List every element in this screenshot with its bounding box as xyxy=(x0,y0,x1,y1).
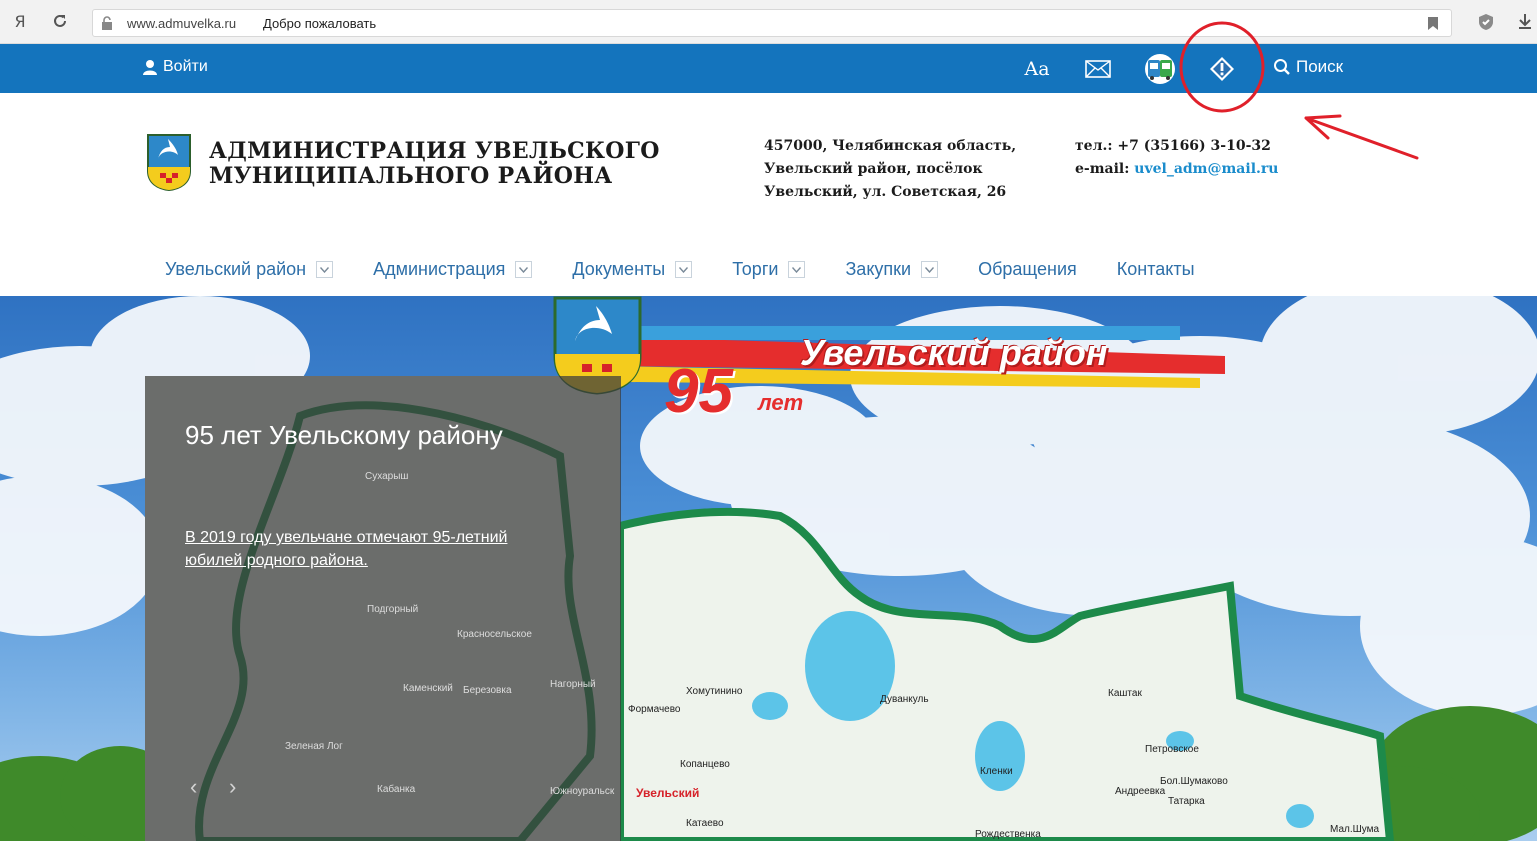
chevron-down-icon[interactable] xyxy=(788,261,806,278)
org-title: АДМИНИСТРАЦИЯ УВЕЛЬСКОГО МУНИЦИПАЛЬНОГО … xyxy=(209,139,729,189)
bus-icon[interactable] xyxy=(1144,54,1176,84)
map-label: Рождественка xyxy=(975,829,1041,840)
nav-item-label: Администрация xyxy=(373,259,506,279)
map-label: Зеленая Лог xyxy=(285,741,343,752)
address-line3: Увельский, ул. Советская, 26 xyxy=(764,184,1007,200)
map-label: Каменский xyxy=(403,683,453,694)
map-label: Кленки xyxy=(980,766,1013,777)
org-title-line1: АДМИНИСТРАЦИЯ УВЕЛЬСКОГО xyxy=(209,138,660,164)
map-label: Красносельское xyxy=(457,629,532,640)
map-label: Бол.Шумаково xyxy=(1160,776,1228,787)
map-label: Сухарыш xyxy=(365,471,409,482)
download-icon[interactable] xyxy=(1515,12,1535,32)
nav-item-procurement[interactable]: Закупки xyxy=(845,259,939,280)
map-label: Подгорный xyxy=(367,604,419,615)
map-label: Андреевка xyxy=(1115,786,1166,797)
map-label: Южноуральск xyxy=(550,786,615,797)
contacts-block: тел.: +7 (35166) 3-10-32 e-mail: uvel_ad… xyxy=(1075,135,1278,181)
mail-icon[interactable] xyxy=(1084,54,1112,84)
chevron-down-icon[interactable] xyxy=(675,261,693,278)
email-row: e-mail: uvel_adm@mail.ru xyxy=(1075,158,1278,181)
yandex-logo-icon[interactable]: Я xyxy=(10,12,30,32)
chevron-down-icon[interactable] xyxy=(515,261,533,278)
map-label: Увельский xyxy=(636,786,700,800)
url-text: www.admuvelka.ru xyxy=(127,16,237,31)
main-nav: Увельский район Администрация Документы … xyxy=(165,259,1235,280)
address-block: 457000, Челябинская область, Увельский р… xyxy=(764,135,1016,204)
map-label: Мал.Шума xyxy=(1330,824,1380,835)
site-topbar: Войти Aa Поиск xyxy=(0,44,1537,93)
search-label: Поиск xyxy=(1296,57,1344,76)
map-label: Каштак xyxy=(1108,688,1142,699)
address-bar[interactable]: www.admuvelka.ru Добро пожаловать xyxy=(92,9,1452,37)
slide-title: 95 лет Увельскому району xyxy=(185,420,503,450)
map-label: Хомутинино xyxy=(686,686,743,697)
font-size-label: Aa xyxy=(1024,58,1050,80)
map-label: Дуванкуль xyxy=(880,694,929,705)
nav-item-label: Контакты xyxy=(1116,259,1195,279)
direction-sign-icon[interactable] xyxy=(1208,54,1236,84)
bookmark-icon[interactable] xyxy=(1427,16,1439,31)
chevron-down-icon[interactable] xyxy=(921,261,939,278)
nav-item-tenders[interactable]: Торги xyxy=(732,259,806,280)
map-label: Березовка xyxy=(463,685,512,696)
banner-years-suffix: лет xyxy=(758,390,804,415)
nav-item-uvelsky-rayon[interactable]: Увельский район xyxy=(165,259,334,280)
shield-icon[interactable] xyxy=(1476,12,1496,32)
login-link[interactable]: Войти xyxy=(142,58,208,76)
reload-icon[interactable] xyxy=(50,12,70,32)
hero-slider: Увельский район 95 лет Увельский Хомутин… xyxy=(0,296,1537,841)
tab-title: Добро пожаловать xyxy=(263,16,377,31)
banner-title: Увельский район xyxy=(800,332,1108,373)
font-size-icon[interactable]: Aa xyxy=(1024,54,1050,84)
phone-text: тел.: +7 (35166) 3-10-32 xyxy=(1075,138,1271,154)
org-title-line2: МУНИЦИПАЛЬНОГО РАЙОНА xyxy=(209,163,613,189)
site-header: АДМИНИСТРАЦИЯ УВЕЛЬСКОГО МУНИЦИПАЛЬНОГО … xyxy=(0,93,1537,296)
slide-link[interactable]: В 2019 году увельчане отмечают 95-летний… xyxy=(185,526,565,572)
chevron-down-icon[interactable] xyxy=(316,261,334,278)
map-label: Кабанка xyxy=(377,784,416,795)
map-label: Нагорный xyxy=(550,679,596,690)
nav-item-label: Закупки xyxy=(845,259,912,279)
slider-next-button[interactable]: › xyxy=(229,774,236,800)
coat-of-arms-logo[interactable] xyxy=(146,133,192,192)
map-label: Формачево xyxy=(628,704,681,715)
nav-item-contacts[interactable]: Контакты xyxy=(1117,259,1195,280)
slide-caption-panel: Сухарыш Подгорный Красносельское Каменск… xyxy=(145,376,621,841)
map-label: Копанцево xyxy=(680,759,730,770)
map-label: Петровское xyxy=(1145,744,1199,755)
nav-item-label: Торги xyxy=(732,259,779,279)
nav-item-administration[interactable]: Администрация xyxy=(373,259,533,280)
browser-toolbar: Я www.admuvelka.ru Добро пожаловать xyxy=(0,0,1537,44)
nav-item-appeals[interactable]: Обращения xyxy=(978,259,1077,280)
search-link[interactable]: Поиск xyxy=(1273,57,1343,77)
login-label: Войти xyxy=(163,58,208,75)
email-label: e-mail: xyxy=(1075,161,1135,177)
user-icon xyxy=(143,60,157,75)
nav-item-documents[interactable]: Документы xyxy=(572,259,693,280)
address-line2: Увельский район, посёлок xyxy=(764,161,983,177)
address-line1: 457000, Челябинская область, xyxy=(764,138,1017,154)
nav-item-label: Увельский район xyxy=(165,259,307,279)
yandex-glyph: Я xyxy=(14,12,26,31)
banner-years: 95 xyxy=(664,357,733,426)
nav-item-label: Обращения xyxy=(978,259,1077,279)
slider-prev-button[interactable]: ‹ xyxy=(190,774,197,800)
map-label: Катаево xyxy=(686,818,724,829)
nav-item-label: Документы xyxy=(572,259,666,279)
search-icon xyxy=(1274,59,1290,75)
lock-icon[interactable] xyxy=(99,15,115,31)
email-link[interactable]: uvel_adm@mail.ru xyxy=(1134,161,1278,177)
map-label: Татарка xyxy=(1168,796,1205,807)
